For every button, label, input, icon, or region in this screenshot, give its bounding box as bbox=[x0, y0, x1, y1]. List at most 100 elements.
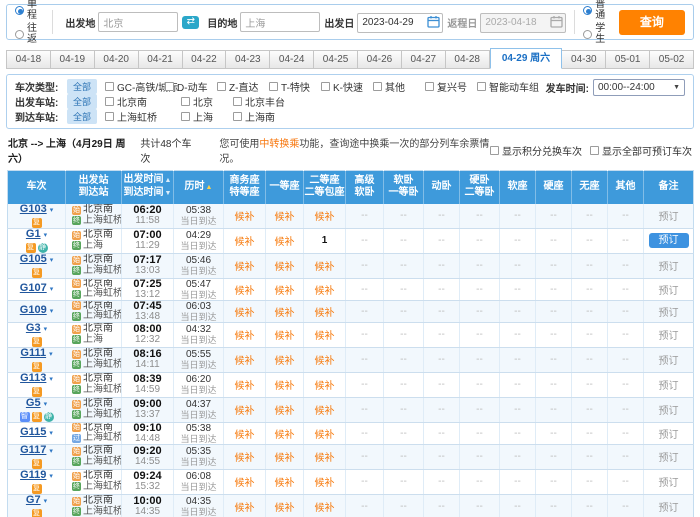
checkbox-icon[interactable] bbox=[490, 146, 499, 155]
candidate-link[interactable]: 候补 bbox=[275, 308, 295, 319]
train-number-link[interactable]: G115 bbox=[20, 426, 46, 438]
checkbox-icon[interactable] bbox=[181, 97, 190, 106]
train-expand-icon[interactable]: ▾ bbox=[44, 401, 48, 408]
train-number-link[interactable]: G5 bbox=[26, 397, 41, 409]
date-tab[interactable]: 04-24 bbox=[270, 50, 314, 69]
filter-option[interactable]: GC-高铁/城际 bbox=[105, 79, 165, 94]
candidate-link[interactable]: 候补 bbox=[275, 262, 295, 273]
candidate-link[interactable]: 候补 bbox=[235, 262, 255, 273]
column-header[interactable]: 软卧一等卧 bbox=[384, 171, 424, 204]
column-header[interactable]: 软座 bbox=[500, 171, 536, 204]
column-header[interactable]: 其他 bbox=[608, 171, 644, 204]
to-station-input[interactable] bbox=[240, 12, 320, 32]
train-number-link[interactable]: G103 bbox=[20, 204, 47, 215]
transfer-link[interactable]: 中转换乘 bbox=[259, 139, 299, 150]
filter-option[interactable]: K-快速 bbox=[321, 79, 373, 94]
train-expand-icon[interactable]: ▾ bbox=[49, 448, 53, 455]
column-header[interactable]: 出发站到达站 bbox=[66, 171, 122, 204]
column-header[interactable]: 备注 bbox=[644, 171, 694, 204]
radio-student[interactable]: 学生 bbox=[583, 23, 612, 45]
radio-round-trip[interactable]: 往返 bbox=[15, 23, 44, 45]
sort-asc-icon[interactable]: ▲ bbox=[206, 184, 213, 191]
train-expand-icon[interactable]: ▾ bbox=[44, 232, 48, 239]
filter-option[interactable]: 北京南 bbox=[105, 94, 181, 109]
train-number-link[interactable]: G113 bbox=[20, 372, 46, 384]
date-tab[interactable]: 04-25 bbox=[314, 50, 358, 69]
candidate-link[interactable]: 候补 bbox=[275, 381, 295, 392]
sort-asc-icon[interactable]: ▲ bbox=[165, 177, 172, 184]
checkbox-icon[interactable] bbox=[373, 82, 382, 91]
filter-option[interactable]: Z-直达 bbox=[217, 79, 269, 94]
candidate-link[interactable]: 候补 bbox=[235, 478, 255, 489]
checkbox-icon[interactable] bbox=[269, 82, 278, 91]
column-header[interactable]: 一等座 bbox=[266, 171, 304, 204]
candidate-link[interactable]: 候补 bbox=[315, 503, 335, 514]
column-header[interactable]: 无座 bbox=[572, 171, 608, 204]
train-number-link[interactable]: G7 bbox=[26, 494, 41, 506]
summary-checkbox[interactable]: 显示积分兑换车次 bbox=[490, 143, 582, 158]
date-tab[interactable]: 04-22 bbox=[183, 50, 227, 69]
column-header[interactable]: 动卧 bbox=[424, 171, 460, 204]
from-station-input[interactable] bbox=[98, 12, 178, 32]
checkbox-icon[interactable] bbox=[165, 82, 174, 91]
sort-desc-icon[interactable]: ▼ bbox=[165, 190, 172, 197]
calendar-icon[interactable] bbox=[427, 15, 440, 28]
train-expand-icon[interactable]: ▾ bbox=[44, 498, 48, 505]
checkbox-icon[interactable] bbox=[105, 82, 114, 91]
train-number-link[interactable]: G107 bbox=[20, 282, 47, 294]
filter-option[interactable]: 复兴号 bbox=[425, 79, 477, 94]
train-expand-icon[interactable]: ▾ bbox=[50, 286, 54, 293]
candidate-link[interactable]: 候补 bbox=[315, 430, 335, 441]
candidate-link[interactable]: 候补 bbox=[315, 286, 335, 297]
candidate-link[interactable]: 候补 bbox=[315, 308, 335, 319]
train-expand-icon[interactable]: ▾ bbox=[49, 473, 53, 480]
column-header[interactable]: 历时▲ bbox=[174, 171, 224, 204]
candidate-link[interactable]: 候补 bbox=[275, 356, 295, 367]
candidate-link[interactable]: 候补 bbox=[275, 478, 295, 489]
column-header[interactable]: 硬卧二等卧 bbox=[460, 171, 500, 204]
date-tab[interactable]: 04-19 bbox=[51, 50, 95, 69]
candidate-link[interactable]: 候补 bbox=[275, 503, 295, 514]
train-number-link[interactable]: G117 bbox=[20, 444, 46, 456]
candidate-link[interactable]: 候补 bbox=[275, 430, 295, 441]
checkbox-icon[interactable] bbox=[321, 82, 330, 91]
book-button[interactable]: 预订 bbox=[649, 233, 689, 248]
checkbox-icon[interactable] bbox=[105, 112, 114, 121]
train-number-link[interactable]: G109 bbox=[20, 304, 47, 316]
summary-checkbox[interactable]: 显示全部可预订车次 bbox=[590, 143, 692, 158]
select-all-button[interactable]: 全部 bbox=[67, 79, 97, 94]
checkbox-icon[interactable] bbox=[181, 112, 190, 121]
date-tab[interactable]: 04-23 bbox=[226, 50, 270, 69]
train-expand-icon[interactable]: ▾ bbox=[44, 326, 48, 333]
candidate-link[interactable]: 候补 bbox=[315, 212, 335, 223]
date-tab[interactable]: 05-01 bbox=[606, 50, 650, 69]
column-header[interactable]: 出发时间▲到达时间▼ bbox=[122, 171, 174, 204]
filter-option[interactable]: 北京 bbox=[181, 94, 233, 109]
query-button[interactable]: 查询 bbox=[619, 10, 685, 35]
filter-option[interactable]: 智能动车组 bbox=[477, 79, 537, 94]
candidate-link[interactable]: 候补 bbox=[315, 331, 335, 342]
candidate-link[interactable]: 候补 bbox=[235, 453, 255, 464]
train-expand-icon[interactable]: ▾ bbox=[49, 376, 53, 383]
candidate-link[interactable]: 候补 bbox=[315, 453, 335, 464]
train-number-link[interactable]: G3 bbox=[26, 322, 41, 334]
filter-option[interactable]: 上海南 bbox=[233, 109, 285, 124]
candidate-link[interactable]: 候补 bbox=[235, 430, 255, 441]
date-tab[interactable]: 04-29 周六 bbox=[490, 48, 563, 69]
candidate-link[interactable]: 候补 bbox=[235, 331, 255, 342]
candidate-link[interactable]: 候补 bbox=[275, 212, 295, 223]
candidate-link[interactable]: 候补 bbox=[315, 262, 335, 273]
checkbox-icon[interactable] bbox=[233, 112, 242, 121]
candidate-link[interactable]: 候补 bbox=[275, 406, 295, 417]
select-all-button[interactable]: 全部 bbox=[67, 109, 97, 124]
date-tab[interactable]: 04-28 bbox=[446, 50, 490, 69]
train-expand-icon[interactable]: ▾ bbox=[49, 430, 53, 437]
candidate-link[interactable]: 候补 bbox=[315, 406, 335, 417]
candidate-link[interactable]: 候补 bbox=[235, 356, 255, 367]
date-tab[interactable]: 04-21 bbox=[139, 50, 183, 69]
radio-adult[interactable]: 普通 bbox=[583, 0, 612, 21]
checkbox-icon[interactable] bbox=[233, 97, 242, 106]
filter-option[interactable]: 北京丰台 bbox=[233, 94, 285, 109]
train-number-link[interactable]: G111 bbox=[20, 347, 46, 359]
candidate-link[interactable]: 候补 bbox=[275, 453, 295, 464]
